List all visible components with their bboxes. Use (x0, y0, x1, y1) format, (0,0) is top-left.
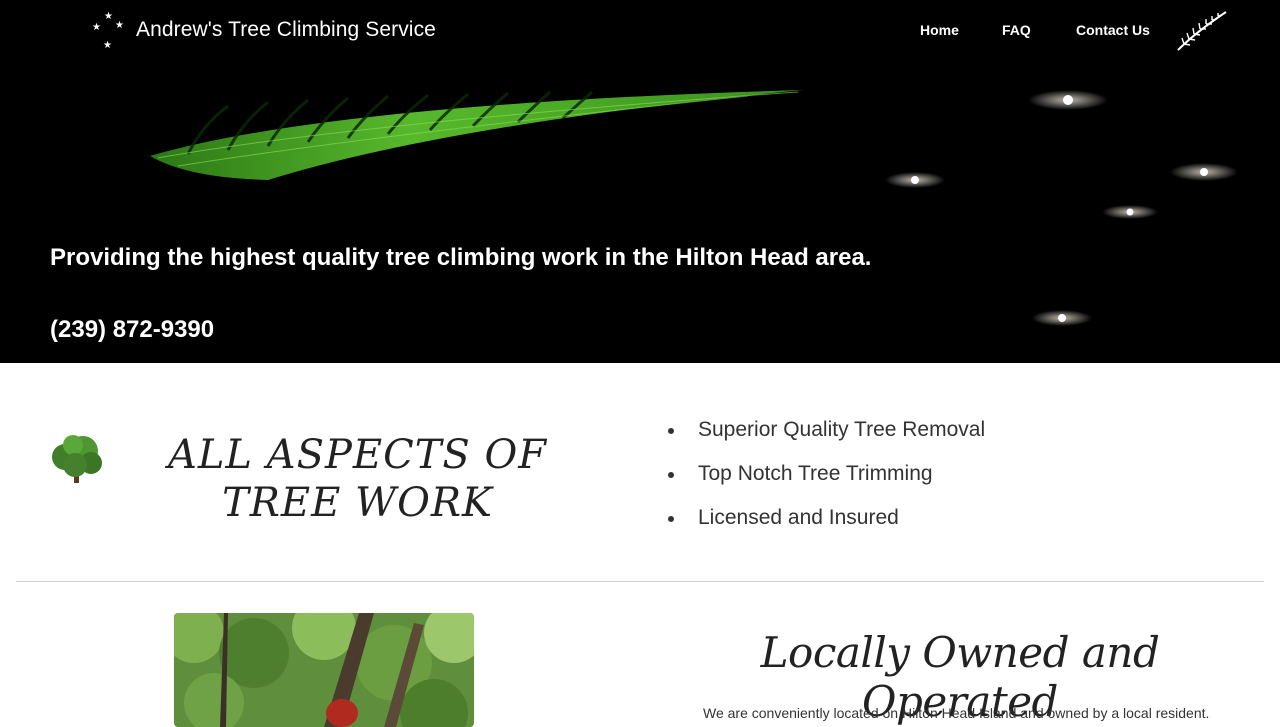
section-divider (16, 581, 1264, 582)
local-description: We are conveniently located on Hilton He… (703, 705, 1210, 721)
tree-climber-photo (174, 613, 474, 727)
svg-text:★: ★ (104, 11, 113, 22)
silver-fern-icon[interactable] (1176, 10, 1228, 52)
hero-banner: ★ ★ ★ ★ Andrew's Tree Climbing Service H… (0, 0, 1280, 363)
list-item: Superior Quality Tree Removal (668, 415, 985, 459)
services-list: Superior Quality Tree Removal Top Notch … (668, 415, 985, 547)
green-fern-image (150, 90, 803, 180)
svg-text:★: ★ (92, 22, 101, 33)
services-heading: ALL ASPECTS OF TREE WORK (167, 432, 548, 526)
svg-text:★: ★ (115, 20, 124, 31)
nav-home-link[interactable]: Home (920, 22, 959, 38)
service-label: Top Notch Tree Trimming (698, 462, 933, 485)
tree-icon (52, 435, 102, 483)
bullet-icon (668, 428, 674, 434)
service-label: Superior Quality Tree Removal (698, 418, 986, 441)
tree-climber-image (174, 613, 474, 727)
bullet-icon (668, 516, 674, 522)
svg-text:★: ★ (103, 40, 112, 50)
nav-contact-link[interactable]: Contact Us (1076, 22, 1150, 38)
southern-cross-stars-icon: ★ ★ ★ ★ (92, 11, 124, 50)
brand[interactable]: ★ ★ ★ ★ Andrew's Tree Climbing Service (90, 10, 436, 50)
list-item: Licensed and Insured (668, 503, 985, 547)
hero-tagline: Providing the highest quality tree climb… (50, 244, 872, 271)
service-label: Licensed and Insured (698, 506, 899, 529)
phone-number[interactable]: (239) 872-9390 (50, 316, 214, 344)
bullet-icon (668, 472, 674, 478)
list-item: Top Notch Tree Trimming (668, 459, 985, 503)
nav-faq-link[interactable]: FAQ (1002, 22, 1031, 38)
services-section: ALL ASPECTS OF TREE WORK Superior Qualit… (0, 363, 1280, 581)
site-title[interactable]: Andrew's Tree Climbing Service (136, 18, 436, 42)
